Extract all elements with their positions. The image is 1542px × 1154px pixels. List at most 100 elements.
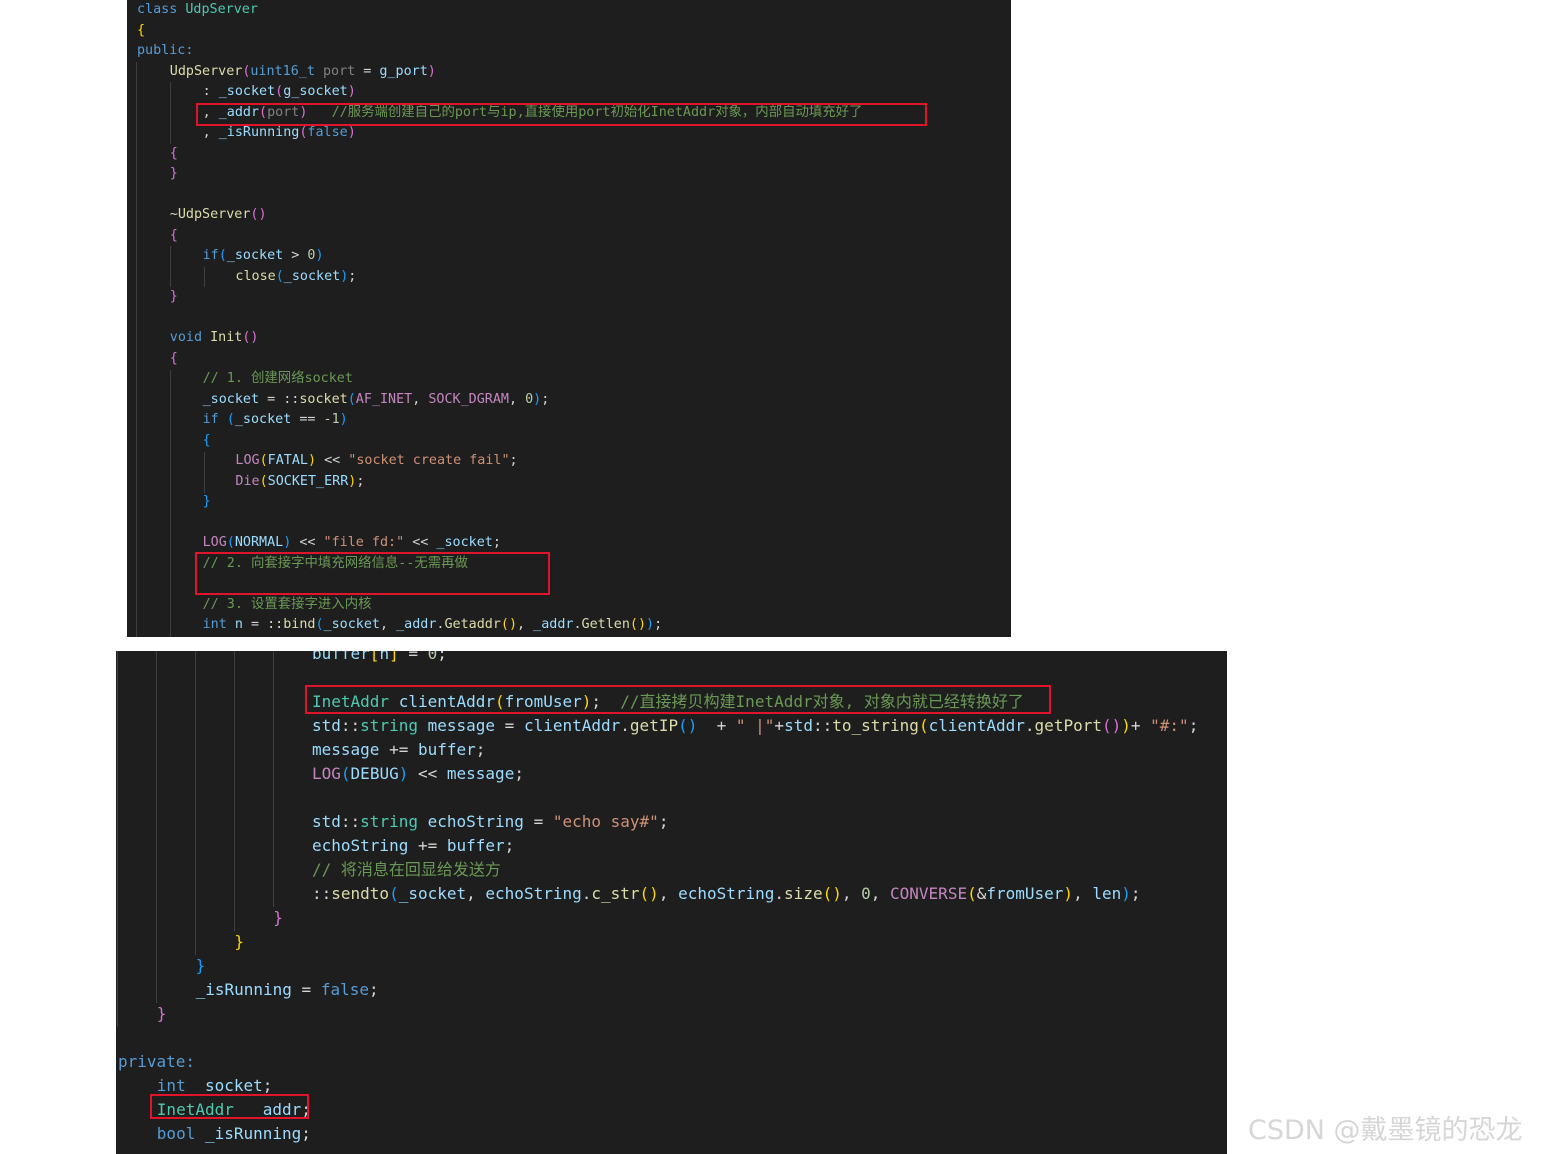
code-line-dtor-if: if(_socket > 0) bbox=[203, 246, 324, 267]
code-token: ; bbox=[475, 740, 486, 759]
code-line-buffer-term: buffer[n] = 0; bbox=[312, 651, 447, 666]
code-token: ( bbox=[218, 248, 227, 263]
code-token: ; bbox=[654, 617, 663, 632]
code-token: ( bbox=[226, 412, 235, 427]
code-token: Init bbox=[210, 330, 243, 345]
code-token: UdpServer bbox=[185, 2, 258, 17]
code-line-init-sig: void Init() bbox=[170, 328, 259, 349]
code-token: len bbox=[1092, 884, 1122, 903]
indent-guide bbox=[170, 370, 171, 637]
code-token: "#:" bbox=[1150, 716, 1189, 735]
code-line-echo-append: echoString += buffer; bbox=[312, 834, 514, 858]
code-token: LOG bbox=[202, 535, 227, 550]
code-line-log-fatal: LOG(FATAL) << "socket create fail"; bbox=[235, 451, 517, 472]
code-token: ) bbox=[315, 248, 324, 263]
code-token: ; bbox=[262, 1076, 273, 1095]
code-line-dtor-open: { bbox=[170, 226, 178, 247]
code-token: () bbox=[639, 884, 659, 903]
code-token: ) bbox=[398, 764, 409, 783]
code-token: "socket create fail" bbox=[348, 453, 510, 468]
code-token: ( bbox=[389, 884, 399, 903]
code-token: } bbox=[169, 166, 178, 181]
code-token: { bbox=[169, 145, 178, 161]
code-token: + bbox=[774, 716, 785, 735]
code-token: () bbox=[678, 716, 698, 735]
code-token: ; bbox=[356, 473, 365, 489]
indent-guide bbox=[234, 651, 235, 931]
code-token: echoString bbox=[678, 884, 775, 903]
code-token: :: bbox=[312, 884, 332, 903]
code-token: g_port bbox=[379, 63, 428, 79]
code-token: ) bbox=[347, 84, 356, 99]
code-token: . bbox=[581, 884, 592, 903]
code-token: ; bbox=[492, 535, 501, 550]
code-line-comment-step1: // 1. 创建网络socket bbox=[203, 369, 353, 390]
code-token: = :: bbox=[242, 617, 284, 632]
code-token: ; bbox=[348, 268, 357, 284]
code-line-init-open: { bbox=[170, 349, 178, 370]
code-token: . bbox=[774, 884, 785, 903]
code-token: & bbox=[976, 884, 987, 903]
code-token: << bbox=[291, 535, 324, 550]
code-line-init-socket: : _socket(g_socket) bbox=[203, 82, 356, 103]
code-token: ] bbox=[389, 651, 399, 663]
code-line-ctor-close: } bbox=[170, 164, 178, 185]
code-line-message-decl: std::string message = clientAddr.getIP()… bbox=[312, 714, 1198, 738]
code-token: port bbox=[314, 63, 356, 79]
code-token: << bbox=[404, 535, 437, 550]
code-token: : bbox=[202, 84, 219, 99]
code-line-close-mid: } bbox=[234, 930, 244, 954]
code-token: // 1. 创建网络socket bbox=[202, 371, 353, 386]
code-token: , bbox=[870, 884, 891, 903]
code-token: string bbox=[360, 716, 428, 735]
code-token: buffer bbox=[446, 836, 505, 855]
code-token: // 3. 设置套接字进入内核 bbox=[202, 596, 372, 612]
code-line-private-label: private: bbox=[118, 1050, 195, 1074]
code-line-close-inner: } bbox=[273, 906, 283, 930]
indent-guide bbox=[156, 651, 157, 1003]
code-token: public: bbox=[137, 43, 194, 58]
code-token: " |" bbox=[735, 716, 775, 735]
code-token: Getlen bbox=[581, 617, 630, 632]
code-token: ) bbox=[1063, 884, 1074, 903]
code-token: int bbox=[156, 1076, 196, 1095]
code-token: ; bbox=[514, 764, 524, 783]
code-token: CONVERSE bbox=[890, 884, 968, 903]
code-token: false bbox=[320, 980, 369, 999]
code-token: () bbox=[250, 207, 267, 222]
code-token: ( bbox=[315, 617, 324, 632]
code-line-comment-echo: // 将消息在回显给发送方 bbox=[312, 858, 501, 882]
highlight-box-step2-comment bbox=[195, 552, 550, 595]
code-token: echoString bbox=[485, 884, 582, 903]
code-token: clientAddr bbox=[928, 716, 1025, 735]
code-token: to_string bbox=[832, 716, 919, 735]
code-token: ) bbox=[347, 125, 356, 140]
code-token: << bbox=[408, 764, 447, 783]
code-token: buffer bbox=[312, 651, 370, 663]
code-token: getIP bbox=[629, 716, 679, 735]
code-token: sendto bbox=[331, 884, 390, 903]
code-token: ; bbox=[1130, 884, 1141, 903]
code-line-ctor-sig: UdpServer(uint16_t port = g_port) bbox=[170, 62, 436, 83]
code-token: SOCK_DGRAM bbox=[428, 391, 509, 407]
code-line-check-open: { bbox=[203, 431, 211, 452]
code-token: { bbox=[169, 350, 178, 366]
code-line-echo-decl: std::string echoString = "echo say#"; bbox=[312, 810, 668, 834]
code-token: close bbox=[235, 268, 276, 284]
code-token: "echo say#" bbox=[552, 812, 659, 831]
code-token: echoString bbox=[312, 836, 409, 855]
code-line-running-false: _isRunning = false; bbox=[196, 978, 379, 1002]
code-token: , bbox=[658, 884, 679, 903]
code-line-die-call: Die(SOCKET_ERR); bbox=[235, 472, 364, 493]
code-token: 0 bbox=[525, 391, 534, 407]
code-token: ( bbox=[226, 535, 235, 550]
code-token: [ bbox=[369, 651, 380, 663]
code-token: SOCKET_ERR bbox=[267, 473, 349, 489]
code-token: fromUser bbox=[986, 884, 1064, 903]
code-token: echoString bbox=[427, 812, 524, 831]
code-token: ; bbox=[301, 1124, 311, 1143]
code-line-ctor-open: { bbox=[170, 144, 178, 165]
code-token: . bbox=[573, 617, 582, 632]
indent-guide bbox=[170, 82, 171, 144]
code-token: ) bbox=[339, 412, 348, 427]
